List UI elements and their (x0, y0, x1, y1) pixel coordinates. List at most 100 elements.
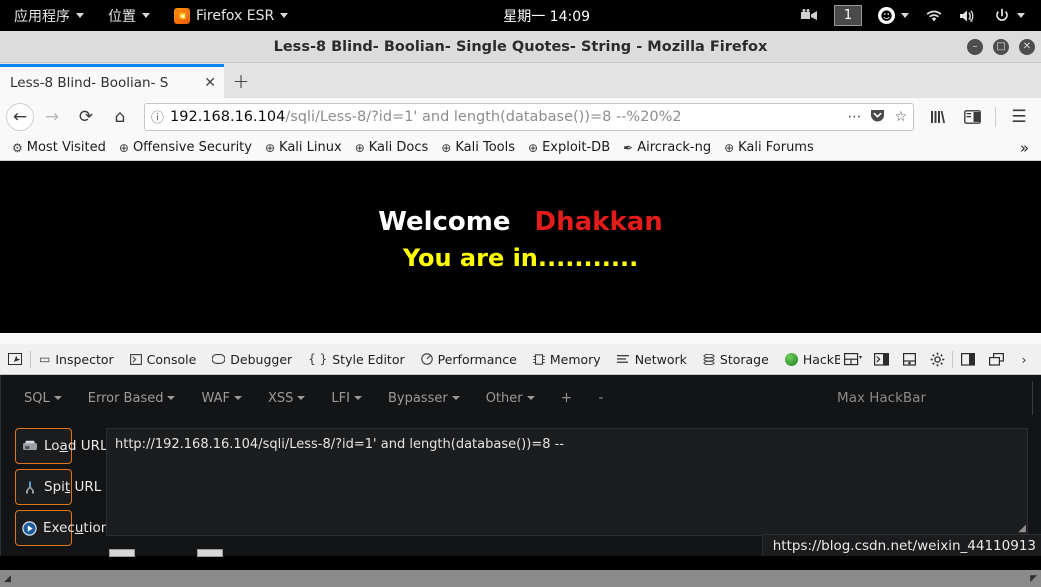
bookmark-label: Kali Forums (738, 140, 814, 155)
performance-icon (420, 353, 433, 365)
hackbar-bottom-handle-right[interactable] (197, 549, 223, 557)
video-camera-icon[interactable] (793, 0, 826, 31)
menu-label: Other (485, 390, 523, 406)
bookmark-star-icon[interactable]: ☆ (894, 109, 907, 125)
tab-label: Debugger (230, 351, 293, 367)
url-host: 192.168.16.104 (170, 108, 286, 125)
hackbar-menu-waf[interactable]: WAF (188, 391, 255, 406)
welcome-username: Dhakkan (534, 207, 663, 237)
forward-button[interactable]: → (36, 102, 68, 132)
pocket-icon[interactable] (870, 108, 885, 126)
globe-icon: ⊕ (528, 140, 539, 155)
accessibility-menu[interactable]: ☻ (870, 0, 917, 31)
desktop-taskbar[interactable]: ◢ ◤ (0, 570, 1041, 587)
textarea-resize-handle[interactable]: ◢ (1018, 523, 1026, 534)
volume-muted-icon[interactable]: x (951, 0, 986, 31)
load-url-button[interactable]: Load URL (15, 428, 107, 464)
tab-close-icon[interactable]: ✕ (201, 75, 216, 91)
responsive-design-mode-icon[interactable] (840, 344, 866, 375)
chevron-down-icon (526, 396, 535, 400)
browser-tab[interactable]: Less-8 Blind- Boolian- S ✕ (0, 64, 224, 98)
tab-storage[interactable]: Storage (695, 344, 777, 375)
url-path: /sqli/Less-8/?id=1' and length(database(… (285, 108, 682, 125)
home-button[interactable]: ⌂ (104, 102, 136, 132)
tab-inspector[interactable]: ▭ Inspector (31, 344, 122, 375)
devtools-overflow-icon[interactable]: › (1011, 344, 1037, 375)
bookmark-most-visited[interactable]: ⚙ Most Visited (6, 137, 112, 159)
urlbar-actions: ⋯ ☆ (841, 108, 907, 126)
bookmark-kali-docs[interactable]: ⊕ Kali Docs (349, 137, 435, 159)
hackbar-menu-error-based[interactable]: Error Based (75, 391, 189, 406)
close-button[interactable]: ✕ (1019, 39, 1035, 55)
split-console-icon[interactable] (868, 344, 894, 375)
tab-strip: Less-8 Blind- Boolian- S ✕ + (0, 63, 1041, 98)
navigation-toolbar: ← → ⟳ ⌂ ⓘ 192.168.16.104/sqli/Less-8/?id… (0, 98, 1041, 135)
separate-window-icon[interactable] (983, 344, 1009, 375)
identity-info-icon[interactable]: ⓘ (151, 107, 164, 126)
bookmark-kali-forums[interactable]: ⊕ Kali Forums (718, 137, 820, 159)
window-title: Less-8 Blind- Boolian- Single Quotes- St… (273, 38, 768, 55)
bookmark-offensive-security[interactable]: ⊕ Offensive Security (113, 137, 258, 159)
maximize-button[interactable]: □ (993, 39, 1009, 55)
bookmark-kali-tools[interactable]: ⊕ Kali Tools (435, 137, 521, 159)
back-button[interactable]: ← (6, 102, 34, 131)
hackbar-menu-lfi[interactable]: LFI (318, 391, 375, 406)
load-url-label: Load URL (44, 438, 108, 454)
url-input[interactable]: 192.168.16.104/sqli/Less-8/?id=1' and le… (170, 109, 835, 125)
chevron-down-icon (353, 396, 362, 400)
tab-network[interactable]: Network (609, 344, 695, 375)
bookmark-aircrack-ng[interactable]: ✒ Aircrack-ng (617, 137, 717, 159)
hackbar-remove-button[interactable]: - (585, 390, 616, 406)
tab-performance[interactable]: Performance (413, 344, 525, 375)
debugger-icon (212, 354, 226, 364)
tab-hackbar[interactable]: HackBar (777, 344, 840, 375)
taskbar-resize-icon[interactable]: ◤ (1030, 574, 1037, 584)
load-url-icon (22, 440, 38, 452)
welcome-heading: Welcome Dhakkan (0, 207, 1041, 237)
library-icon[interactable] (922, 102, 954, 132)
dock-bottom-icon[interactable] (896, 344, 922, 375)
devtools-toolbar-actions: › (840, 344, 1041, 375)
sidebar-icon[interactable] (956, 102, 988, 132)
hackbar-icon (784, 352, 798, 366)
tab-style-editor[interactable]: { } Style Editor (300, 344, 412, 375)
places-menu[interactable]: 位置 (96, 0, 162, 31)
bookmark-kali-linux[interactable]: ⊕ Kali Linux (259, 137, 348, 159)
tab-console[interactable]: Console (122, 344, 205, 375)
dock-side-icon[interactable] (955, 344, 981, 375)
hackbar-url-textarea[interactable]: http://192.168.16.104/sqli/Less-8/?id=1'… (106, 428, 1028, 536)
url-bar[interactable]: ⓘ 192.168.16.104/sqli/Less-8/?id=1' and … (144, 102, 914, 131)
applications-menu[interactable]: 应用程序 (0, 0, 96, 31)
new-tab-button[interactable]: + (224, 64, 258, 98)
hackbar-menu-sql[interactable]: SQL (11, 391, 75, 406)
bookmark-exploit-db[interactable]: ⊕ Exploit-DB (522, 137, 616, 159)
reload-button[interactable]: ⟳ (70, 102, 102, 132)
workspace-switcher[interactable]: 1 (826, 0, 870, 31)
tab-label: Inspector (55, 351, 114, 367)
settings-gear-icon[interactable] (924, 344, 950, 375)
taskbar-show-desktop-icon[interactable]: ◢ (4, 574, 11, 584)
hackbar-bottom-handle-left[interactable] (109, 549, 135, 557)
hackbar-menu-xss[interactable]: XSS (255, 391, 318, 406)
power-menu[interactable] (986, 0, 1033, 31)
tab-label: Style Editor (332, 351, 405, 367)
bookmarks-overflow-icon[interactable]: » (1014, 139, 1035, 157)
split-url-button[interactable]: Spit URL (15, 469, 101, 505)
app-menu-button[interactable]: ☰ (1003, 102, 1035, 132)
hackbar-menu-other[interactable]: Other (473, 391, 548, 406)
hackbar-menu-bypasser[interactable]: Bypasser (375, 391, 473, 406)
desktop-top-panel: 应用程序 位置 💥 Firefox ESR 星期一 14:09 1 ☻ x (0, 0, 1041, 31)
wifi-icon[interactable] (917, 0, 951, 31)
execution-button[interactable]: Execution (15, 510, 109, 546)
tab-memory[interactable]: Memory (525, 344, 609, 375)
gear-icon: ⚙ (12, 140, 23, 155)
chevron-down-icon (901, 13, 910, 18)
tab-debugger[interactable]: Debugger (204, 344, 300, 375)
element-picker-icon[interactable] (0, 353, 30, 365)
page-actions-icon[interactable]: ⋯ (847, 109, 861, 125)
hackbar-add-button[interactable]: + (548, 390, 586, 406)
panel-clock[interactable]: 星期一 14:09 (503, 6, 590, 26)
firefox-launcher[interactable]: 💥 Firefox ESR (162, 0, 300, 31)
minimize-button[interactable]: – (967, 39, 983, 55)
hackbar-menubar: SQL Error Based WAF XSS LFI Bypasser Oth… (0, 375, 1041, 421)
